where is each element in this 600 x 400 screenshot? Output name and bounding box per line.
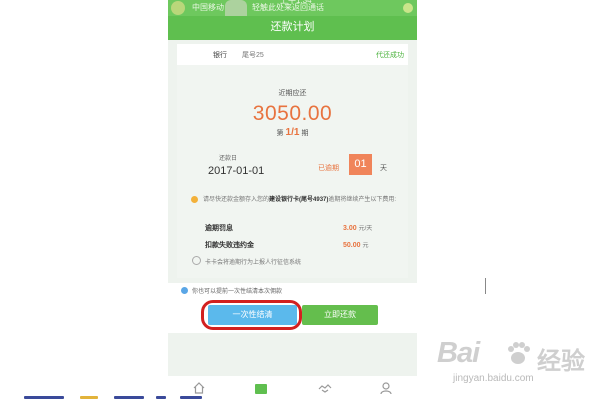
repay-date-label: 还款日 [219,156,238,162]
bank-name: 银行 [213,52,227,59]
tab-deals[interactable] [318,381,332,395]
fee-unit: 元 [362,243,369,249]
user-icon [380,382,392,395]
bank-row: 银行 尾号25 代还成功 [177,44,408,65]
due-amount: 3050.00 [252,102,333,125]
warning-icon [191,196,198,203]
repay-date-value: 2017-01-01 [208,165,265,177]
options-tip-text: 你也可以提前一次性结清本次佣款 [192,289,283,295]
period-prefix: 第 [276,130,284,137]
battery-icon [403,3,413,13]
notice-prefix: 请尽快还款金额存入您的 [203,197,270,203]
highlight-circle [201,300,302,330]
strip-mark [114,396,144,399]
strip-mark [180,396,202,399]
strip-mark [24,396,64,399]
status-bar[interactable]: 中国移动 上午1:34 轻触此处来返回通话 [168,0,417,24]
notice-text: 请尽快还款金额存入您的建设银行卡(尾号4937)逾期将继续产生以下费用: [203,195,403,205]
repay-now-button[interactable]: 立即还款 [302,305,378,325]
tab-repay[interactable] [254,381,268,395]
watermark-text: Bai [437,337,480,369]
fee-amount: 50.00 [343,242,361,249]
repay-icon [255,384,267,394]
repayment-card: 银行 尾号25 代还成功 近期应还 3050.00 第 1/1 期 还款日 2017… [177,44,408,278]
carrier-label: 中国移动 [192,3,224,12]
fee-value: 3.00 元/天 [343,223,372,232]
options-tip: 你也可以提前一次性结清本次佣款 [181,286,282,295]
notice-account: 建设银行卡(尾号4937) [269,197,329,203]
due-label: 近期应还 [278,90,307,97]
home-icon [193,382,205,394]
tab-home[interactable] [192,381,206,395]
bottom-strip [0,394,600,400]
redacted-card-number [271,47,297,61]
return-to-call-banner[interactable]: 轻触此处来返回通话 [252,0,324,16]
phone-screen: 中国移动 上午1:34 轻触此处来返回通话 还款计划 银行 尾号25 代还成功 … [168,0,417,400]
watermark-text-2: 经验 [537,348,585,375]
card-tail-label: 尾号25 [242,52,264,59]
overdue-label: 已逾期 [318,165,339,172]
repay-status: 代还成功 [376,52,404,59]
page-title: 还款计划 [270,21,315,33]
notice-suffix: 逾期将继续产生以下费用: [328,197,397,203]
info-circle-icon [192,256,201,265]
overdue-unit: 天 [380,165,387,172]
period-suffix: 期 [301,130,309,137]
status-dot-icon [171,1,185,15]
period-indicator: 第 1/1 期 [177,127,408,138]
nav-bar: 还款计划 [168,16,417,40]
fee-name: 逾期罚息 [205,225,233,232]
info-icon [181,287,188,294]
credit-report-note: 卡卡会将逾期行为上报人行征信系统 [192,256,301,266]
page-edge-mark [485,278,486,294]
paw-icon [508,342,530,364]
fee-unit: 元/天 [358,226,373,232]
fee-name: 扣款失败违约金 [205,242,254,249]
watermark: Bai 经验 jingyan.baidu.com [437,337,597,397]
tab-profile[interactable] [379,381,393,395]
watermark-url: jingyan.baidu.com [453,373,534,384]
handshake-icon [318,384,332,393]
strip-mark [156,396,166,399]
fee-value: 50.00 元 [343,240,369,249]
redacted-bank-name [181,50,213,59]
repay-options: 你也可以提前一次性结清本次佣款 一次性结清 立即还款 [168,283,417,333]
strip-mark [80,396,98,399]
fee-amount: 3.00 [343,225,357,232]
credit-note-text: 卡卡会将逾期行为上报人行征信系统 [205,260,302,266]
overdue-days: 01 [349,154,372,175]
period-current: 1/1 [285,127,300,138]
